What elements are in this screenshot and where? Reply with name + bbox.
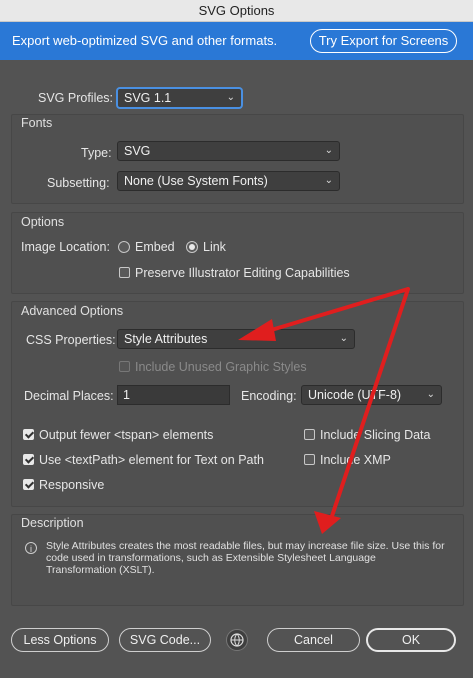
responsive-label: Responsive — [39, 478, 105, 492]
try-export-for-screens-button[interactable]: Try Export for Screens — [310, 29, 457, 53]
chevron-down-icon: ⌄ — [426, 389, 435, 400]
globe-icon[interactable] — [226, 629, 248, 651]
include-slicing-data-label: Include Slicing Data — [320, 428, 431, 442]
include-unused-styles-checkbox[interactable] — [119, 361, 130, 372]
subsetting-value: None (Use System Fonts) — [124, 174, 268, 188]
font-type-select[interactable]: SVG ⌄ — [117, 141, 340, 161]
responsive-checkbox[interactable] — [23, 479, 34, 490]
output-fewer-tspan-label: Output fewer <tspan> elements — [39, 428, 214, 442]
preserve-editing-checkbox[interactable] — [119, 267, 130, 278]
export-banner: Export web-optimized SVG and other forma… — [0, 22, 473, 60]
chevron-down-icon: ⌄ — [324, 175, 333, 186]
window-title: SVG Options — [0, 0, 473, 22]
subsetting-label: Subsetting: — [47, 176, 110, 190]
link-label: Link — [203, 240, 226, 254]
svg-code-button[interactable]: SVG Code... — [119, 628, 211, 652]
include-unused-styles-label: Include Unused Graphic Styles — [135, 360, 307, 374]
link-radio[interactable] — [186, 241, 198, 253]
encoding-select[interactable]: Unicode (UTF-8) ⌄ — [301, 385, 442, 405]
include-xmp-label: Include XMP — [320, 453, 391, 467]
info-icon: i — [25, 542, 37, 554]
chevron-down-icon: ⌄ — [324, 145, 333, 156]
css-properties-select[interactable]: Style Attributes ⌄ — [117, 329, 355, 349]
fonts-title: Fonts — [21, 116, 53, 130]
embed-label: Embed — [135, 240, 175, 254]
svg-profiles-label: SVG Profiles: — [38, 91, 114, 105]
decimal-places-label: Decimal Places: — [24, 389, 114, 403]
subsetting-select[interactable]: None (Use System Fonts) ⌄ — [117, 171, 340, 191]
include-slicing-data-checkbox[interactable] — [304, 429, 315, 440]
encoding-value: Unicode (UTF-8) — [308, 388, 402, 402]
image-location-label: Image Location: — [21, 240, 110, 254]
preserve-editing-label: Preserve Illustrator Editing Capabilitie… — [135, 266, 350, 280]
description-title: Description — [21, 516, 84, 530]
cancel-button[interactable]: Cancel — [267, 628, 360, 652]
advanced-options-title: Advanced Options — [21, 304, 124, 318]
output-fewer-tspan-checkbox[interactable] — [23, 429, 34, 440]
css-properties-label: CSS Properties: — [26, 333, 116, 347]
use-textpath-label: Use <textPath> element for Text on Path — [39, 453, 264, 467]
encoding-label: Encoding: — [241, 389, 297, 403]
chevron-down-icon: ⌄ — [226, 92, 235, 103]
banner-text: Export web-optimized SVG and other forma… — [12, 33, 278, 48]
include-xmp-checkbox[interactable] — [304, 454, 315, 465]
svg-profiles-value: SVG 1.1 — [124, 91, 172, 105]
options-title: Options — [21, 215, 65, 229]
css-properties-value: Style Attributes — [124, 332, 208, 346]
chevron-down-icon: ⌄ — [339, 333, 348, 344]
svg-profiles-select[interactable]: SVG 1.1 ⌄ — [117, 88, 242, 108]
font-type-value: SVG — [124, 144, 151, 158]
less-options-button[interactable]: Less Options — [11, 628, 109, 652]
use-textpath-checkbox[interactable] — [23, 454, 34, 465]
font-type-label: Type: — [81, 146, 112, 160]
ok-button[interactable]: OK — [366, 628, 456, 652]
embed-radio[interactable] — [118, 241, 130, 253]
decimal-places-input[interactable]: 1 — [117, 385, 230, 405]
description-text: Style Attributes creates the most readab… — [46, 540, 445, 576]
